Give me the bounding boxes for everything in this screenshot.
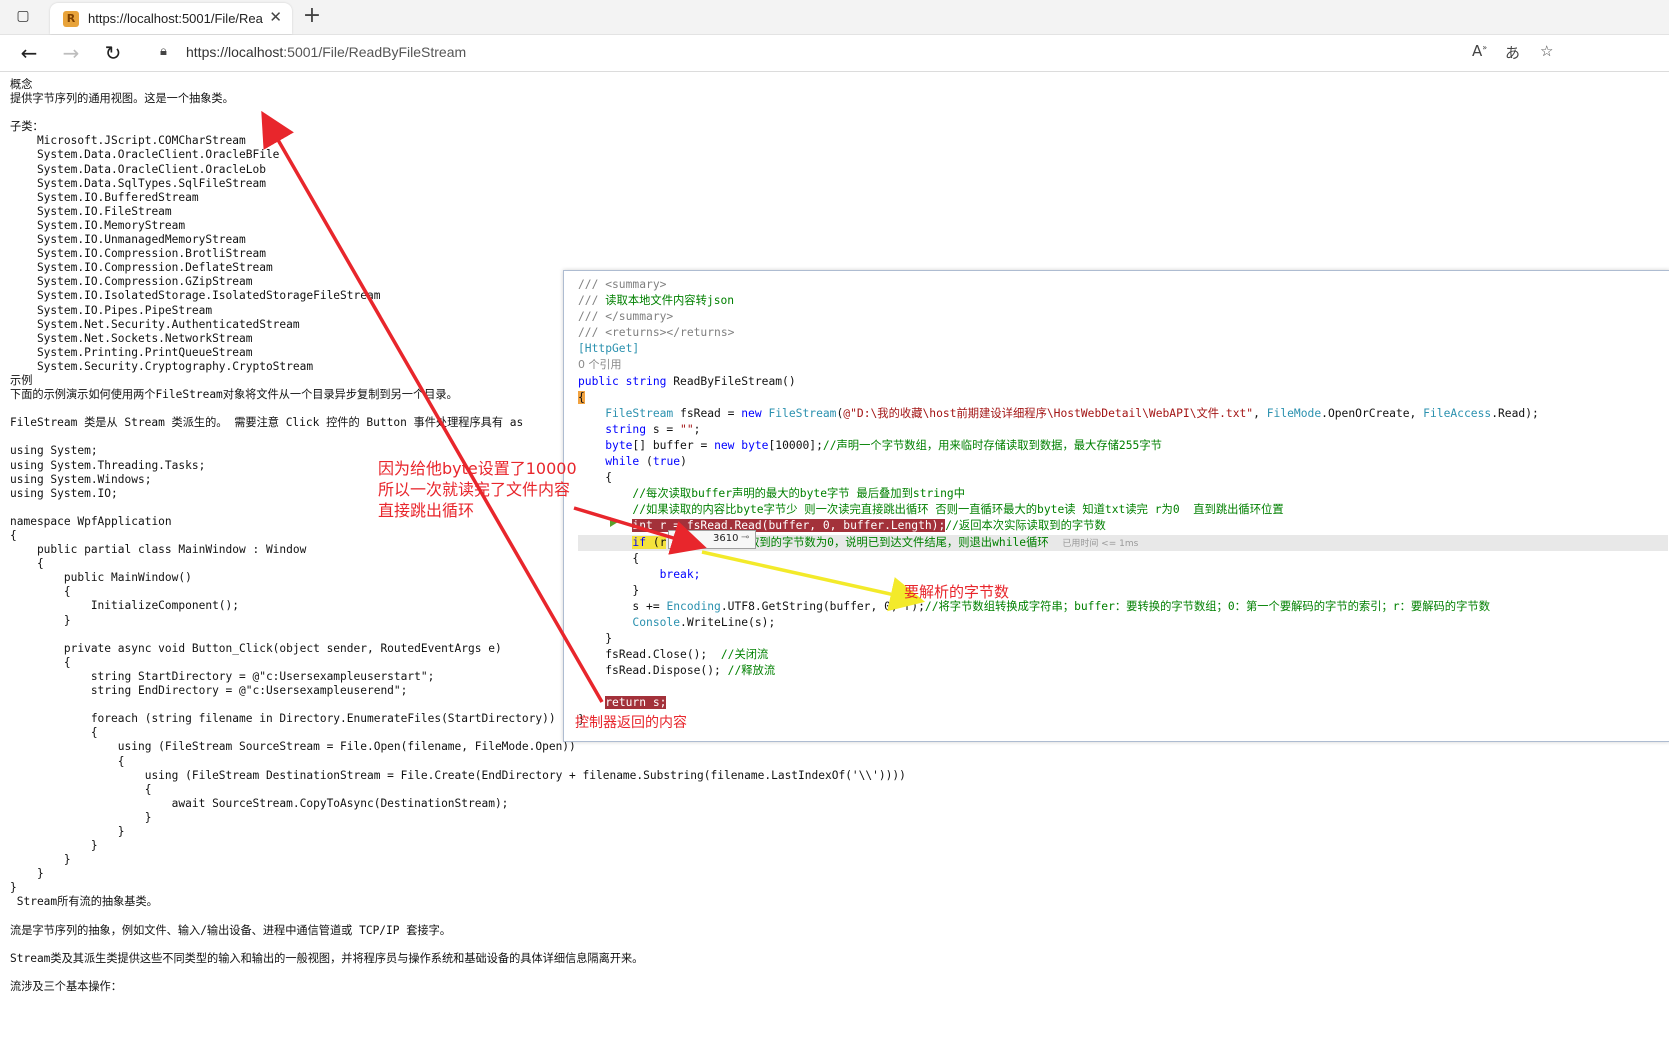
reference-count[interactable]: 0 个引用 — [578, 357, 1668, 373]
code-line: break; — [659, 567, 701, 581]
refresh-icon[interactable]: ↻ — [98, 38, 128, 68]
code-line: { — [632, 551, 640, 565]
page-text-line: 提供字节序列的通用视图。这是一个抽象类。 — [10, 92, 234, 106]
page-text-line: } — [10, 881, 17, 895]
code-line: } — [578, 712, 585, 726]
forward-icon[interactable]: → — [56, 38, 86, 68]
new-tab-icon[interactable]: + — [299, 3, 325, 29]
page-text-line: System.Data.OracleClient.OracleBFile — [10, 148, 280, 162]
page-text-line: { — [10, 782, 152, 796]
code-line: string s = ""; — [605, 422, 701, 436]
code-line: FileStream fsRead = new FileStream(@"D:\… — [605, 406, 1539, 420]
datatip-value[interactable]: 3610 — [713, 533, 738, 544]
favorite-star-icon[interactable]: ☆ — [1540, 42, 1553, 60]
page-text-line — [10, 966, 1660, 980]
code-line: /// <summary> — [578, 278, 667, 291]
url-text[interactable]: https://localhost:5001/File/ReadByFileSt… — [186, 44, 466, 60]
code-line-breakpoint: return s; — [605, 696, 667, 710]
page-text-line: using (FileStream DestinationStream = Fi… — [10, 768, 906, 782]
code-editor-screenshot: /// <summary> /// 读取本地文件内容转json /// </su… — [563, 270, 1669, 742]
page-text-line: System.IO.BufferedStream — [10, 190, 199, 204]
tab-bar: ▢ R https://localhost:5001/File/ReadB ✕ … — [0, 0, 1669, 35]
page-text-line: System.Data.OracleClient.OracleLob — [10, 162, 266, 176]
annotation-byte-note: 因为给他byte设置了10000 所以一次就读完了文件内容 直接跳出循环 — [378, 459, 577, 520]
close-tab-icon[interactable]: ✕ — [269, 8, 282, 26]
page-text-line: } — [10, 839, 98, 853]
back-icon[interactable]: ← — [14, 38, 44, 68]
page-text-line: await SourceStream.CopyToAsync(Destinati… — [10, 796, 509, 810]
favicon-icon: R — [63, 11, 79, 27]
page-text-line: } — [10, 824, 125, 838]
navigation-bar: ← → ↻ 🔒︎ https://localhost:5001/File/Rea… — [0, 35, 1669, 72]
page-text-line: Microsoft.JScript.COMCharStream — [10, 134, 246, 148]
code-line: { — [605, 471, 613, 485]
page-text-line — [10, 938, 1660, 952]
page-text-line: 流涉及三个基本操作： — [10, 980, 122, 993]
code-line: s += Encoding.UTF8.GetString(buffer, 0, … — [632, 599, 1490, 613]
page-text-line: { — [10, 754, 125, 768]
execution-pointer-icon — [610, 517, 618, 527]
tab-actions-icon[interactable]: ▢ — [14, 7, 32, 25]
code-line: fsRead.Close(); //关闭流 — [605, 648, 769, 662]
page-text-line — [10, 106, 1660, 120]
page-text-line: } — [10, 853, 71, 867]
page-text-line: } — [10, 810, 152, 824]
page-text-line — [10, 910, 1660, 924]
code-line: //如果读取的内容比byte字节少 则一次读完直接跳出循环 否则一直循环最大的b… — [632, 503, 1284, 517]
code-line: Console.WriteLine(s); — [632, 615, 776, 629]
tab-active[interactable]: R https://localhost:5001/File/ReadB ✕ — [50, 3, 292, 34]
annotation-controller-return: 控制器返回的内容 — [575, 715, 687, 731]
code-line: fsRead.Dispose(); //释放流 — [605, 664, 776, 678]
elapsed-time-hint: 已用时间 <= 1ms — [1062, 538, 1139, 549]
code-line: public string ReadByFileStream() — [578, 374, 796, 388]
address-bar[interactable]: 🔒︎ https://localhost:5001/File/ReadByFil… — [150, 38, 1640, 68]
page-text-line: System.IO.FileStream — [10, 204, 172, 218]
pin-icon[interactable]: ⊟ — [673, 533, 681, 544]
page-text-line: Stream所有流的抽象基类。 — [10, 895, 158, 909]
page-text-line: 流是字节序列的抽象，例如文件、输入/输出设备、进程中通信管道或 TCP/IP 套… — [10, 923, 451, 937]
page-text-line: System.Data.SqlTypes.SqlFileStream — [10, 176, 266, 190]
code-line: /// <returns></returns> — [578, 326, 735, 340]
code-line: { — [578, 390, 585, 404]
page-text-line: System.IO.UnmanagedMemoryStream — [10, 233, 246, 247]
code-line: while (true) — [605, 455, 687, 469]
code-line: /// 读取本地文件内容转json — [578, 294, 735, 308]
datatip-popup[interactable]: ⊟ r 3610 ⊸ — [668, 530, 756, 549]
page-text-line: Stream类及其派生类提供这些不同类型的输入和输出的一般视图，并将程序员与操作… — [10, 951, 644, 965]
code-line: byte[] buffer = new byte[10000];//声明一个字节… — [605, 438, 1162, 452]
page-text-line: System.IO.Compression.BrotliStream — [10, 247, 266, 261]
code-line: /// </summary> — [578, 310, 674, 324]
translate-icon[interactable]: あ — [1505, 42, 1520, 63]
page-text-line: using (FileStream SourceStream = File.Op… — [10, 740, 576, 754]
lock-icon[interactable]: 🔒︎ — [160, 44, 176, 62]
tab-title: https://localhost:5001/File/ReadB — [88, 11, 263, 26]
annotation-bytes-to-parse: 要解析的字节数 — [904, 583, 1010, 601]
code-line: } — [632, 583, 640, 597]
code-line: [HttpGet] — [578, 342, 640, 356]
code-line: //每次读取buffer声明的最大的byte字节 最后叠加到string中 — [632, 487, 965, 501]
read-aloud-icon[interactable]: A» — [1472, 42, 1487, 60]
page-text-line: 概念 — [10, 78, 33, 91]
page-text-line: System.IO.MemoryStream — [10, 218, 186, 232]
code-line: } — [605, 632, 613, 646]
page-text-line: 子类： — [10, 120, 44, 134]
pin-datatip-icon[interactable]: ⊸ — [741, 532, 749, 543]
page-text-line: } — [10, 867, 44, 881]
datatip-name: r — [687, 533, 692, 544]
